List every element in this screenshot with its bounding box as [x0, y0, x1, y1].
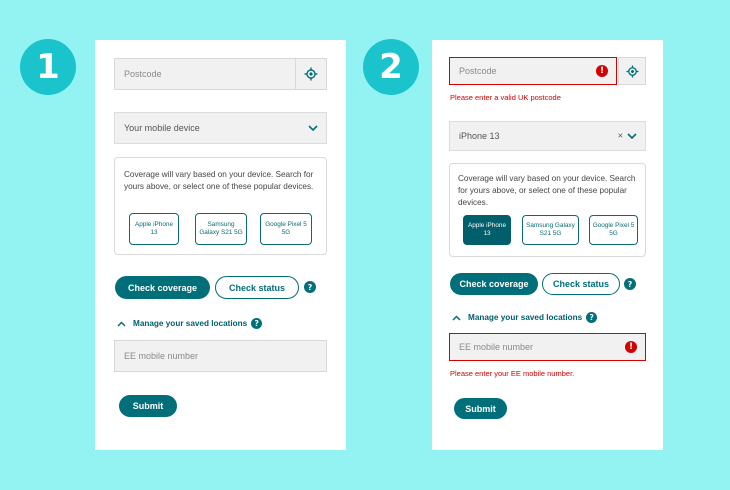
- chevron-down-icon: [308, 125, 318, 132]
- postcode-input[interactable]: Postcode: [449, 57, 617, 85]
- submit-button[interactable]: Submit: [454, 398, 507, 419]
- coverage-info-text: Coverage will vary based on your device.…: [124, 170, 314, 191]
- locate-button[interactable]: [295, 58, 327, 90]
- chevron-up-icon: [117, 320, 126, 327]
- postcode-placeholder: Postcode: [459, 66, 497, 76]
- check-coverage-button[interactable]: Check coverage: [115, 276, 210, 299]
- device-option-galaxy-s21[interactable]: Samsung Galaxy S21 5G: [195, 213, 247, 245]
- question-circle-icon[interactable]: ?: [624, 278, 636, 290]
- manage-locations-toggle[interactable]: Manage your saved locations ?: [452, 312, 598, 323]
- error-alert-icon: !: [596, 65, 608, 77]
- device-select[interactable]: iPhone 13 ×: [449, 121, 646, 151]
- form-panel-errors: Postcode ! Please enter a valid UK postc…: [432, 40, 663, 450]
- error-alert-icon: !: [625, 341, 637, 353]
- check-coverage-button[interactable]: Check coverage: [450, 273, 538, 295]
- postcode-error-message: Please enter a valid UK postcode: [450, 93, 561, 102]
- device-select-value: iPhone 13: [459, 131, 500, 141]
- manage-locations-toggle[interactable]: Manage your saved locations ?: [117, 318, 263, 329]
- locate-button[interactable]: [618, 57, 646, 85]
- crosshair-locate-icon: [625, 64, 639, 78]
- check-status-button[interactable]: Check status: [542, 273, 620, 295]
- crosshair-locate-icon: [304, 67, 318, 81]
- question-circle-icon[interactable]: ?: [586, 312, 598, 323]
- question-circle-icon[interactable]: ?: [251, 318, 263, 329]
- device-option-iphone-13[interactable]: Apple iPhone 13: [129, 213, 179, 245]
- chevron-down-icon: [627, 133, 637, 140]
- device-select[interactable]: Your mobile device: [114, 112, 327, 144]
- submit-button[interactable]: Submit: [119, 395, 177, 417]
- device-option-pixel-5[interactable]: Google Pixel 5 5G: [260, 213, 312, 245]
- form-panel-empty: Postcode Your mobile device Coverage wil…: [95, 40, 346, 450]
- postcode-input[interactable]: Postcode: [114, 58, 296, 90]
- question-circle-icon[interactable]: ?: [304, 281, 316, 293]
- mobile-number-placeholder: EE mobile number: [459, 342, 534, 352]
- coverage-info-box: Coverage will vary based on your device.…: [114, 157, 327, 255]
- clear-selection-icon[interactable]: ×: [618, 131, 623, 141]
- coverage-info-box: Coverage will vary based on your device.…: [449, 163, 646, 257]
- mobile-error-message: Please enter your EE mobile number.: [450, 369, 575, 378]
- device-option-galaxy-s21[interactable]: Samsung Galaxy S21 5G: [522, 215, 579, 245]
- coverage-info-text: Coverage will vary based on your device.…: [458, 174, 636, 207]
- device-option-iphone-13[interactable]: Apple iPhone 13: [463, 215, 511, 245]
- mobile-number-input[interactable]: EE mobile number: [449, 333, 646, 361]
- mobile-number-input[interactable]: EE mobile number: [114, 340, 327, 372]
- manage-locations-label: Manage your saved locations: [468, 313, 583, 322]
- device-select-placeholder: Your mobile device: [124, 123, 200, 133]
- check-status-button[interactable]: Check status: [215, 276, 299, 299]
- step-1-badge: 1: [20, 39, 76, 95]
- device-option-pixel-5[interactable]: Google Pixel 5 5G: [589, 215, 638, 245]
- step-2-badge: 2: [363, 39, 419, 95]
- manage-locations-label: Manage your saved locations: [133, 319, 248, 328]
- chevron-up-icon: [452, 314, 461, 321]
